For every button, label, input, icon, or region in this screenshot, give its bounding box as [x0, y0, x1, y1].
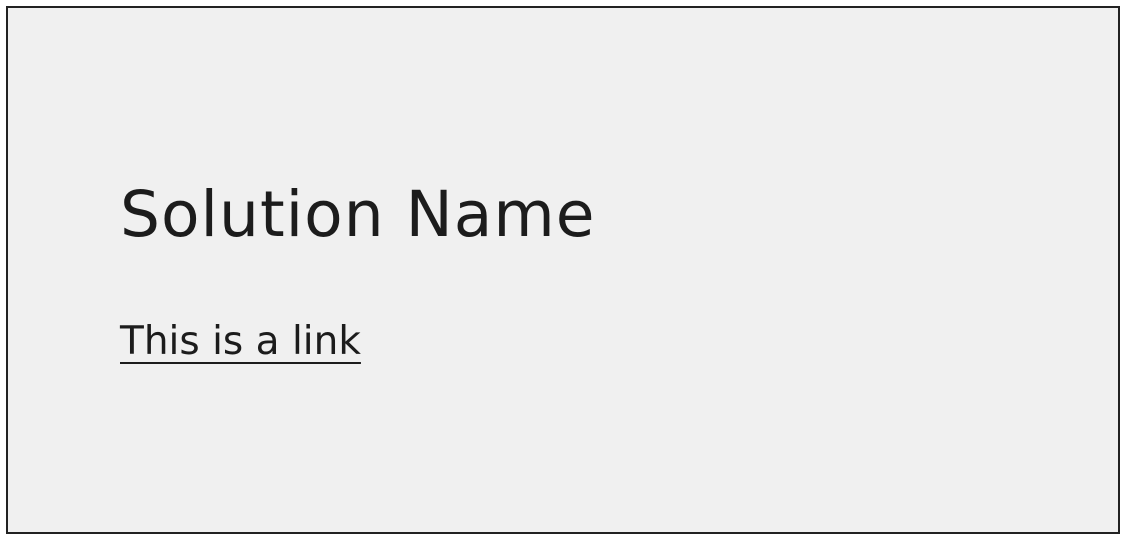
- solution-card: Solution Name This is a link: [6, 6, 1120, 534]
- solution-link[interactable]: This is a link: [120, 320, 361, 364]
- solution-title: Solution Name: [120, 178, 596, 251]
